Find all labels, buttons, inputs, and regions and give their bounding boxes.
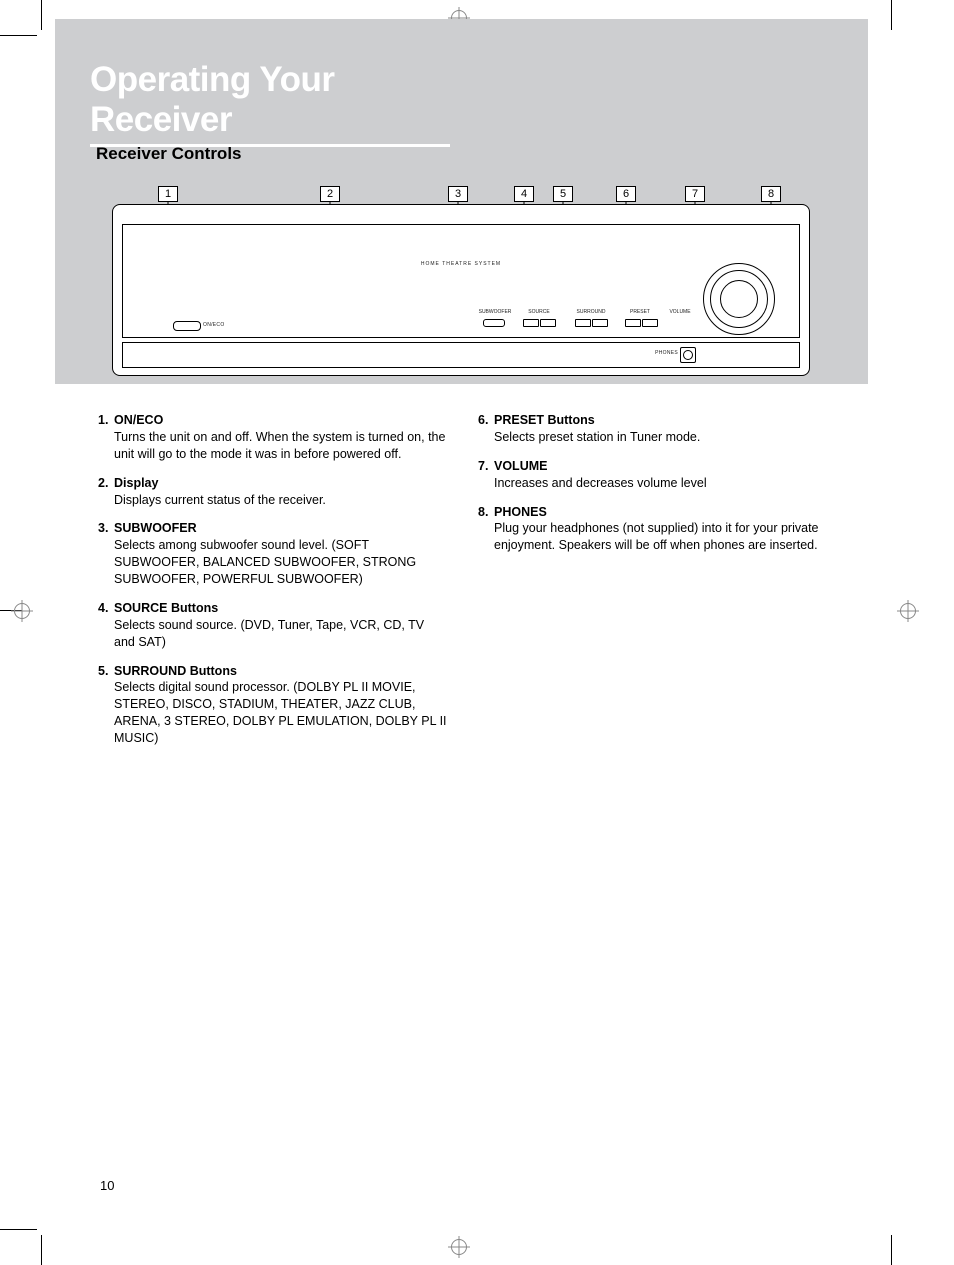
volume-knob-inner-icon	[720, 280, 758, 318]
description-columns: 1.ON/ECO Turns the unit on and off. When…	[98, 412, 828, 759]
crop-mark	[891, 1235, 892, 1265]
system-label: HOME THEATRE SYSTEM	[421, 261, 501, 267]
callout-1: 1	[158, 186, 178, 202]
crop-mark	[0, 35, 37, 36]
item-desc: Displays current status of the receiver.	[114, 492, 448, 509]
volume-label: VOLUME	[663, 309, 697, 315]
list-item: 2.Display Displays current status of the…	[98, 475, 448, 509]
section-subtitle: Receiver Controls	[96, 144, 242, 164]
callout-4: 4	[514, 186, 534, 202]
item-desc: Selects sound source. (DVD, Tuner, Tape,…	[114, 617, 448, 651]
crop-mark	[0, 1229, 37, 1230]
receiver-diagram: HOME THEATRE SYSTEM ON/ECO SUBWOOFER SOU…	[112, 204, 810, 376]
manual-page: Operating Your Receiver Receiver Control…	[0, 0, 954, 1265]
item-num: 6.	[478, 412, 494, 429]
subwoofer-button-icon	[483, 319, 505, 327]
callout-6: 6	[616, 186, 636, 202]
item-title: ON/ECO	[114, 413, 163, 427]
page-title-block: Operating Your Receiver	[90, 60, 450, 147]
source-down-icon	[523, 319, 539, 327]
item-num: 8.	[478, 504, 494, 521]
list-item: 8.PHONES Plug your headphones (not suppl…	[478, 504, 828, 555]
item-title: Display	[114, 476, 158, 490]
item-num: 2.	[98, 475, 114, 492]
surround-label: SURROUND	[571, 309, 611, 315]
surround-up-icon	[592, 319, 608, 327]
item-title: SOURCE Buttons	[114, 601, 218, 615]
callout-2: 2	[320, 186, 340, 202]
item-title: PRESET Buttons	[494, 413, 595, 427]
registration-mark-icon	[451, 1239, 467, 1255]
callout-7: 7	[685, 186, 705, 202]
left-column: 1.ON/ECO Turns the unit on and off. When…	[98, 412, 448, 759]
phones-label: PHONES	[655, 350, 678, 356]
item-desc: Selects among subwoofer sound level. (SO…	[114, 537, 448, 588]
preset-up-icon	[642, 319, 658, 327]
phones-jack-icon	[680, 347, 696, 363]
surround-down-icon	[575, 319, 591, 327]
source-up-icon	[540, 319, 556, 327]
item-desc: Plug your headphones (not supplied) into…	[494, 520, 828, 554]
receiver-main-panel: HOME THEATRE SYSTEM ON/ECO SUBWOOFER SOU…	[122, 224, 800, 338]
list-item: 6.PRESET Buttons Selects preset station …	[478, 412, 828, 446]
list-item: 7.VOLUME Increases and decreases volume …	[478, 458, 828, 492]
on-eco-label: ON/ECO	[203, 322, 225, 328]
item-num: 3.	[98, 520, 114, 537]
registration-mark-icon	[14, 603, 30, 619]
subwoofer-label: SUBWOOFER	[475, 309, 515, 315]
callout-5: 5	[553, 186, 573, 202]
item-title: PHONES	[494, 505, 547, 519]
page-title: Operating Your Receiver	[90, 60, 450, 140]
item-desc: Selects digital sound processor. (DOLBY …	[114, 679, 448, 747]
item-title: SUBWOOFER	[114, 521, 197, 535]
right-column: 6.PRESET Buttons Selects preset station …	[478, 412, 828, 759]
item-desc: Turns the unit on and off. When the syst…	[114, 429, 448, 463]
item-num: 7.	[478, 458, 494, 475]
list-item: 4.SOURCE Buttons Selects sound source. (…	[98, 600, 448, 651]
item-num: 5.	[98, 663, 114, 680]
item-desc: Selects preset station in Tuner mode.	[494, 429, 828, 446]
list-item: 3.SUBWOOFER Selects among subwoofer soun…	[98, 520, 448, 588]
preset-down-icon	[625, 319, 641, 327]
crop-mark	[891, 0, 892, 30]
crop-mark	[41, 0, 42, 30]
list-item: 1.ON/ECO Turns the unit on and off. When…	[98, 412, 448, 463]
item-title: VOLUME	[494, 459, 547, 473]
receiver-bottom-strip	[122, 342, 800, 368]
item-num: 4.	[98, 600, 114, 617]
item-title: SURROUND Buttons	[114, 664, 237, 678]
source-label: SOURCE	[521, 309, 557, 315]
list-item: 5.SURROUND Buttons Selects digital sound…	[98, 663, 448, 747]
power-button-icon	[173, 321, 201, 331]
callout-3: 3	[448, 186, 468, 202]
item-desc: Increases and decreases volume level	[494, 475, 828, 492]
item-num: 1.	[98, 412, 114, 429]
callout-8: 8	[761, 186, 781, 202]
page-number: 10	[100, 1178, 114, 1193]
crop-mark	[41, 1235, 42, 1265]
preset-label: PRESET	[623, 309, 657, 315]
registration-mark-icon	[900, 603, 916, 619]
